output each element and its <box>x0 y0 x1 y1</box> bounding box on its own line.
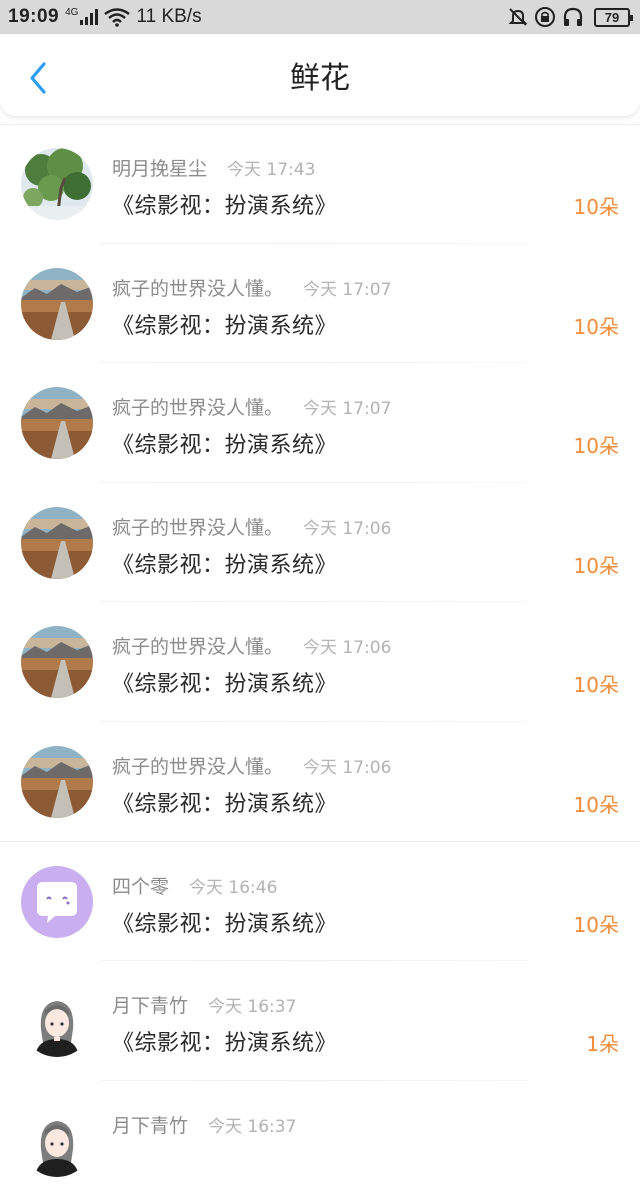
flower-count: 10朵 <box>573 792 619 817</box>
road-landscape-avatar <box>21 267 93 340</box>
battery-icon: 79 <box>594 7 633 27</box>
list-item[interactable]: 月下青竹 今天 16:37 <box>0 1081 640 1200</box>
avatar[interactable] <box>21 626 93 699</box>
bell-muted-icon <box>508 8 528 26</box>
list-item[interactable]: 明月挽星尘 今天 17:43 《综影视：扮演系统》 10朵 <box>0 124 640 244</box>
header: 鲜花 <box>0 34 640 116</box>
flower-count: 10朵 <box>573 553 619 578</box>
flower-count: 1朵 <box>586 1032 619 1057</box>
timestamp: 今天 16:37 <box>208 1116 297 1137</box>
anime-girl-avatar <box>21 1104 93 1177</box>
avatar[interactable] <box>21 865 93 938</box>
tree-photo-avatar <box>21 148 93 220</box>
avatar[interactable] <box>21 148 93 220</box>
network-speed: 11 KB/s <box>136 6 202 27</box>
lock-rotation-icon <box>535 7 555 27</box>
book-title: 《综影视：扮演系统》 <box>112 313 338 339</box>
page-title: 鲜花 <box>290 61 350 96</box>
user-name: 疯子的世界没人懂。 <box>112 516 284 539</box>
timestamp: 今天 17:07 <box>303 399 392 420</box>
chevron-left-icon <box>30 62 46 94</box>
battery-level: 79 <box>604 9 620 25</box>
anime-girl-avatar <box>21 985 93 1058</box>
user-name: 四个零 <box>112 875 170 898</box>
flower-count: 10朵 <box>573 912 619 937</box>
avatar[interactable] <box>21 267 93 340</box>
timestamp: 今天 17:06 <box>303 638 392 659</box>
timestamp: 今天 17:07 <box>303 279 392 300</box>
road-landscape-avatar <box>21 387 93 460</box>
list-item[interactable]: 疯子的世界没人懂。 今天 17:07 《综影视：扮演系统》 10朵 <box>0 244 640 364</box>
user-name: 月下青竹 <box>112 1114 189 1137</box>
flower-count: 10朵 <box>573 195 619 219</box>
list-item[interactable]: 疯子的世界没人懂。 今天 17:07 《综影视：扮演系统》 10朵 <box>0 363 640 483</box>
timestamp: 今天 17:06 <box>303 757 392 778</box>
flower-count: 10朵 <box>573 673 619 698</box>
back-button[interactable] <box>18 58 58 98</box>
avatar[interactable] <box>21 506 93 579</box>
book-title: 《综影视：扮演系统》 <box>112 911 338 937</box>
user-name: 月下青竹 <box>112 995 189 1018</box>
list-item[interactable]: 四个零 今天 16:46 《综影视：扮演系统》 10朵 <box>0 842 640 962</box>
flower-count: 10朵 <box>573 314 619 339</box>
road-landscape-avatar <box>21 745 93 818</box>
book-title: 《综影视：扮演系统》 <box>112 552 338 578</box>
user-name: 疯子的世界没人懂。 <box>112 397 284 420</box>
list-item[interactable]: 月下青竹 今天 16:37 《综影视：扮演系统》 1朵 <box>0 961 640 1081</box>
user-name: 疯子的世界没人懂。 <box>112 755 284 778</box>
wifi-icon <box>104 8 131 27</box>
book-title: 《综影视：扮演系统》 <box>112 791 338 817</box>
road-landscape-avatar <box>21 506 93 579</box>
road-landscape-avatar <box>21 626 93 699</box>
list-item[interactable]: 疯子的世界没人懂。 今天 17:06 《综影视：扮演系统》 10朵 <box>0 602 640 722</box>
headphones-icon <box>563 7 583 26</box>
timestamp: 今天 17:43 <box>227 160 316 180</box>
network-type: 4G <box>65 6 79 18</box>
status-bar: 19:09 4G 11 KB/s 79 <box>0 0 640 34</box>
user-name: 疯子的世界没人懂。 <box>112 636 284 659</box>
avatar[interactable] <box>21 1104 93 1177</box>
chat-bubble-avatar <box>21 865 93 938</box>
status-time: 19:09 <box>8 6 60 27</box>
list-item[interactable]: 疯子的世界没人懂。 今天 17:06 《综影视：扮演系统》 10朵 <box>0 722 640 842</box>
user-name: 疯子的世界没人懂。 <box>112 277 284 300</box>
signal-icon <box>80 9 99 25</box>
book-title: 《综影视：扮演系统》 <box>112 672 338 698</box>
avatar[interactable] <box>21 745 93 818</box>
timestamp: 今天 16:46 <box>189 877 278 898</box>
list-item[interactable]: 疯子的世界没人懂。 今天 17:06 《综影视：扮演系统》 10朵 <box>0 483 640 603</box>
timestamp: 今天 16:37 <box>208 997 297 1018</box>
book-title: 《综影视：扮演系统》 <box>112 1031 338 1057</box>
flower-count: 10朵 <box>573 434 619 459</box>
book-title: 《综影视：扮演系统》 <box>112 194 338 219</box>
flower-gift-list: 明月挽星尘 今天 17:43 《综影视：扮演系统》 10朵 疯子的世界没人懂。 … <box>0 124 640 1200</box>
book-title: 《综影视：扮演系统》 <box>112 433 338 459</box>
avatar[interactable] <box>21 387 93 460</box>
timestamp: 今天 17:06 <box>303 518 392 539</box>
user-name: 明月挽星尘 <box>112 158 208 180</box>
avatar[interactable] <box>21 985 93 1058</box>
